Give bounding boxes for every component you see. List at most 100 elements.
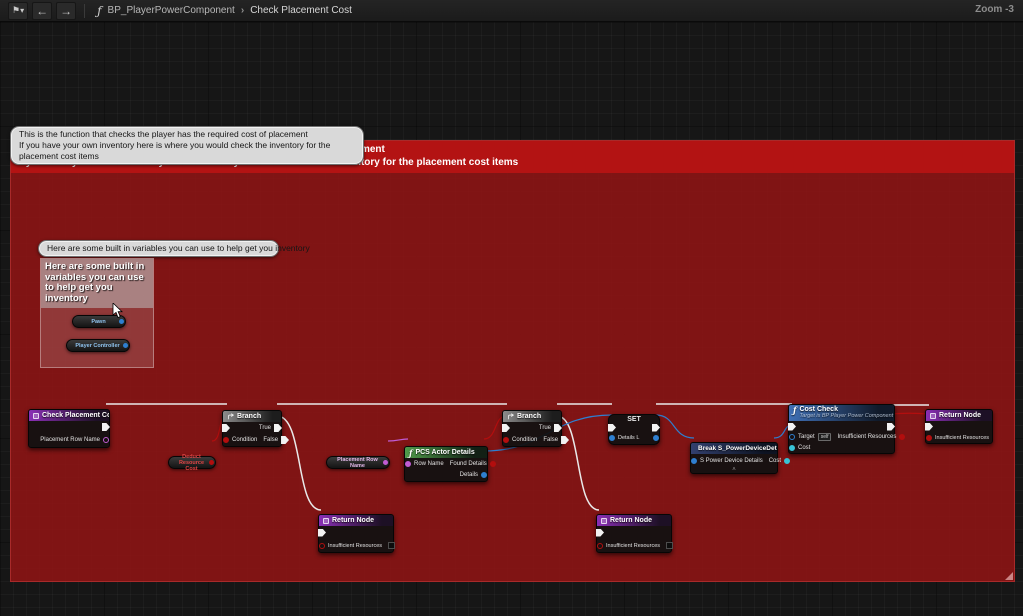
pin-label: Placement Row Name — [40, 437, 100, 443]
return-node-icon — [323, 518, 329, 524]
forward-button[interactable]: → — [56, 2, 76, 20]
pin-label: Condition — [512, 437, 537, 443]
pill-label: Deduct Resource Cost — [176, 454, 207, 472]
comment-resize-handle[interactable] — [1005, 572, 1013, 580]
node-header[interactable]: ƒ Cost Check Target is BP Player Power C… — [789, 405, 894, 421]
object-pin[interactable] — [123, 343, 128, 348]
condition-pin[interactable] — [223, 437, 229, 443]
node-header[interactable]: ƒ PCS Actor Details — [405, 447, 487, 458]
node-header[interactable]: Branch — [503, 411, 561, 422]
details-pin[interactable] — [481, 472, 487, 478]
pin-label: Found Details — [450, 461, 487, 467]
exec-true-pin[interactable] — [274, 424, 282, 432]
tooltip-line1: This is the function that checks the pla… — [19, 129, 355, 140]
node-header[interactable]: Check Placement Cost — [29, 410, 109, 421]
pin-label: False — [543, 437, 558, 443]
struct-out-pin[interactable] — [653, 435, 659, 441]
pin-label: Insufficient Resources — [606, 543, 660, 549]
back-button[interactable]: ← — [32, 2, 52, 20]
node-return-branch1[interactable]: Return Node Insufficient Resources — [318, 514, 394, 553]
breadcrumb-separator-icon: › — [241, 5, 244, 16]
bookmark-button[interactable]: ⚑ ▾ — [8, 2, 28, 20]
pin-label: True — [259, 425, 271, 431]
variable-pill-placement-row-name[interactable]: Placement Row Name — [326, 456, 390, 469]
name-pin[interactable] — [383, 460, 388, 465]
pure-function-icon: ƒ — [409, 449, 412, 457]
node-check-placement-cost-entry[interactable]: Check Placement Cost Placement Row Name — [28, 409, 110, 448]
blueprint-editor: ⚑ ▾ ← → ƒ BP_PlayerPowerComponent › Chec… — [0, 0, 1023, 616]
node-header[interactable]: Break S_PowerDeviceDetails — [691, 443, 777, 454]
node-pcs-actor-details[interactable]: ƒ PCS Actor Details Row Name Found Detai… — [404, 446, 488, 482]
graph-toolbar: ⚑ ▾ ← → ƒ BP_PlayerPowerComponent › Chec… — [0, 0, 1023, 22]
cost-pin[interactable] — [784, 458, 790, 464]
node-set-details[interactable]: SET Details L — [608, 414, 660, 445]
function-entry-icon — [33, 413, 39, 419]
variable-pill-player-controller[interactable]: Player Controller — [66, 339, 130, 352]
pin-label: True — [539, 425, 551, 431]
node-branch-2[interactable]: Branch True Condition False — [502, 410, 562, 447]
node-title: Return Node — [610, 517, 652, 524]
insufficient-resources-pin[interactable] — [926, 435, 932, 441]
collapse-pins-chevron[interactable]: ˄ — [691, 467, 777, 473]
node-header[interactable]: Return Node — [597, 515, 671, 526]
node-return-branch2[interactable]: Return Node Insufficient Resources — [596, 514, 672, 553]
bool-default-checkbox[interactable] — [388, 542, 395, 549]
zoom-indicator: Zoom -3 — [975, 4, 1014, 15]
exec-in-pin[interactable] — [502, 424, 510, 432]
node-title: SET — [609, 415, 659, 423]
branch-icon — [227, 413, 234, 420]
pin-label: Row Name — [414, 461, 444, 467]
node-break-s-powerdevicedetails[interactable]: Break S_PowerDeviceDetails S Power Devic… — [690, 442, 778, 474]
tooltip-line2: If you have your own inventory here is w… — [19, 140, 355, 162]
node-header[interactable]: Return Node — [926, 410, 992, 421]
node-return-main[interactable]: Return Node Insufficient Resources — [925, 409, 993, 444]
comment-tooltip-inner: Here are some built in variables you can… — [38, 240, 279, 257]
variable-pill-deduct-resource-cost[interactable]: Deduct Resource Cost — [168, 456, 216, 469]
condition-pin[interactable] — [503, 437, 509, 443]
pill-label: Pawn — [80, 319, 117, 325]
breadcrumb: ƒ BP_PlayerPowerComponent › Check Placem… — [97, 4, 352, 18]
bool-pin[interactable] — [209, 460, 214, 465]
exec-out-pin[interactable] — [652, 424, 660, 432]
comment-box-main[interactable]: This is the function that checks the pla… — [10, 140, 1015, 582]
struct-in-pin[interactable] — [609, 435, 615, 441]
comment-inner-title: Here are some built in variables you can… — [41, 259, 153, 308]
node-title: Return Node — [939, 412, 981, 419]
breadcrumb-blueprint[interactable]: BP_PlayerPowerComponent — [108, 5, 235, 16]
graph-canvas[interactable]: This is the function that checks the pla… — [0, 22, 1023, 616]
cost-pin[interactable] — [789, 445, 795, 451]
node-cost-check[interactable]: ƒ Cost Check Target is BP Player Power C… — [788, 404, 895, 454]
exec-in-pin[interactable] — [608, 424, 616, 432]
chevron-down-icon: ▾ — [20, 6, 24, 15]
struct-in-pin[interactable] — [691, 458, 697, 464]
exec-out-pin[interactable] — [102, 423, 110, 431]
node-title: Cost Check — [799, 406, 893, 413]
target-pin[interactable] — [789, 434, 795, 440]
insufficient-resources-pin[interactable] — [597, 543, 603, 549]
insufficient-resources-pin[interactable] — [319, 543, 325, 549]
pin-label: Details — [460, 472, 478, 478]
exec-in-pin[interactable] — [788, 423, 796, 431]
exec-in-pin[interactable] — [596, 529, 604, 537]
self-tag: self — [818, 433, 832, 441]
function-icon: ƒ — [793, 406, 796, 414]
pin-label: Target — [798, 434, 815, 440]
pin-label: S Power Device Details — [700, 458, 763, 464]
name-out-pin[interactable] — [103, 437, 109, 443]
breadcrumb-function[interactable]: Check Placement Cost — [250, 5, 352, 16]
pin-label: Condition — [232, 437, 257, 443]
node-branch-1[interactable]: Branch True Condition False — [222, 410, 282, 447]
bool-default-checkbox[interactable] — [666, 542, 673, 549]
node-header[interactable]: Return Node — [319, 515, 393, 526]
found-details-pin[interactable] — [490, 461, 496, 467]
pin-label: Cost — [769, 458, 781, 464]
row-name-pin[interactable] — [405, 461, 411, 467]
node-title: Branch — [237, 413, 261, 420]
object-pin[interactable] — [119, 319, 124, 324]
exec-out-pin[interactable] — [887, 423, 895, 431]
exec-in-pin[interactable] — [925, 423, 933, 431]
exec-in-pin[interactable] — [222, 424, 230, 432]
exec-in-pin[interactable] — [318, 529, 326, 537]
node-header[interactable]: Branch — [223, 411, 281, 422]
exec-true-pin[interactable] — [554, 424, 562, 432]
